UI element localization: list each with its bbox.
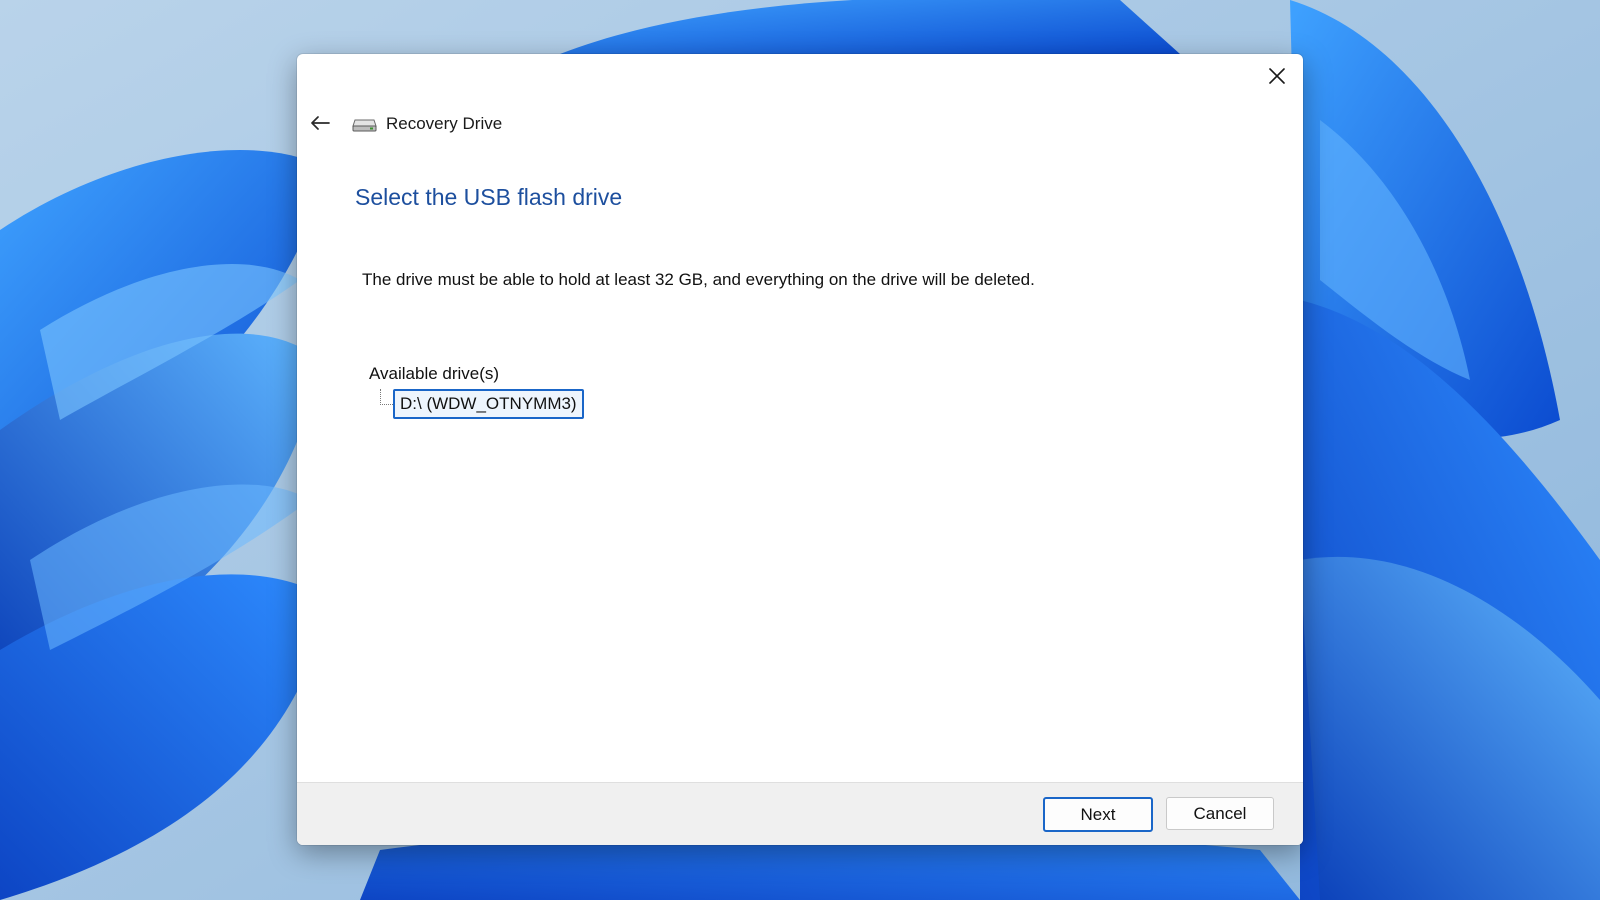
back-button[interactable] (307, 110, 333, 136)
dialog-footer: Next Cancel (297, 782, 1303, 845)
drive-list-item[interactable]: D:\ (WDW_OTNYMM3) (393, 389, 584, 419)
window-title-label: Recovery Drive (386, 114, 503, 133)
page-heading: Select the USB flash drive (355, 184, 623, 210)
close-icon (1269, 68, 1285, 84)
tree-connector (380, 389, 393, 405)
back-arrow-icon (311, 116, 330, 130)
cancel-button[interactable]: Cancel (1166, 797, 1274, 830)
next-button[interactable]: Next (1043, 797, 1153, 832)
window-title: Recovery Drive (352, 112, 502, 136)
recovery-drive-dialog: Recovery Drive Select the USB flash driv… (297, 54, 1303, 845)
drive-item-label: D:\ (WDW_OTNYMM3) (400, 394, 577, 413)
description-text: The drive must be able to hold at least … (362, 270, 1035, 289)
drive-icon (352, 119, 377, 132)
available-drives-label: Available drive(s) (369, 364, 500, 383)
close-button[interactable] (1259, 60, 1295, 92)
